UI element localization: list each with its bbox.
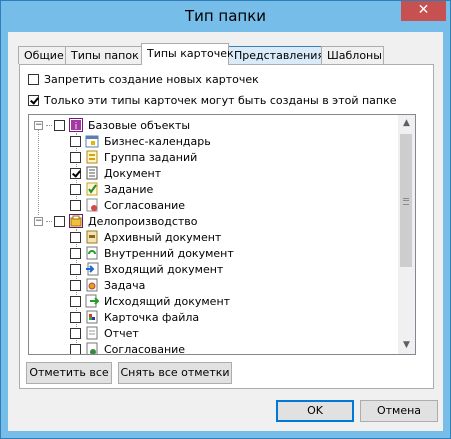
tree-item[interactable]: Архивный документ xyxy=(70,229,221,245)
records-management-icon xyxy=(68,213,84,229)
close-button[interactable]: ✕ xyxy=(401,1,446,21)
tab-views[interactable]: Представления xyxy=(228,46,324,64)
check-all-button[interactable]: Отметить все xyxy=(26,362,112,384)
cancel-button[interactable]: Отмена xyxy=(360,400,438,422)
tree-checkbox[interactable] xyxy=(70,327,81,339)
ok-button[interactable]: OK xyxy=(276,400,354,422)
collapse-icon[interactable]: − xyxy=(34,216,43,226)
incoming-document-icon xyxy=(84,261,100,277)
tree-checkbox[interactable] xyxy=(70,151,81,163)
tree-item-label: Документ xyxy=(104,166,162,180)
dialog-window: Тип папки ✕ Общие Типы папок Типы карточ… xyxy=(0,0,451,439)
tree-group-records-management[interactable]: − Делопроизводство xyxy=(34,213,198,229)
tree-checkbox[interactable] xyxy=(70,135,81,147)
tree-item-label: Исходящий документ xyxy=(104,294,231,308)
tree-checkbox[interactable] xyxy=(54,119,65,131)
approval-icon xyxy=(84,341,100,354)
tree-checkbox[interactable] xyxy=(70,295,81,307)
collapse-icon[interactable]: − xyxy=(34,120,43,130)
only-these-types-checkbox[interactable] xyxy=(28,94,39,106)
tree-checkbox[interactable] xyxy=(70,343,81,354)
tab-general[interactable]: Общие xyxy=(18,46,66,64)
calendar-icon xyxy=(84,133,100,149)
tab-folder-types[interactable]: Типы папок xyxy=(65,46,142,64)
tree-line xyxy=(46,220,52,222)
forbid-new-cards-label: Запретить создание новых карточек xyxy=(44,72,259,86)
tree-item[interactable]: Согласование xyxy=(70,197,185,213)
tree-checkbox[interactable] xyxy=(70,311,81,323)
dialog-client-area: Общие Типы папок Типы карточек Представл… xyxy=(8,32,443,431)
approval-icon xyxy=(84,197,100,213)
tab-templates[interactable]: Шаблоны xyxy=(321,46,384,64)
tree-item[interactable]: Документ xyxy=(70,165,161,181)
tree-group-label: Делопроизводство xyxy=(88,214,198,228)
scroll-down-arrow-icon[interactable]: ▼ xyxy=(398,337,415,354)
tree-item[interactable]: Задача xyxy=(70,277,145,293)
card-types-panel: Запретить создание новых карточек Только… xyxy=(19,64,434,389)
tree-item[interactable]: Бизнес-календарь xyxy=(70,133,211,149)
task-icon xyxy=(84,181,100,197)
scrollbar-thumb[interactable] xyxy=(400,134,412,267)
forbid-new-cards-checkbox[interactable] xyxy=(28,73,39,85)
tree-item-label: Группа заданий xyxy=(104,150,198,164)
forbid-new-cards-option[interactable]: Запретить создание новых карточек xyxy=(28,71,259,87)
tree-group-base-objects[interactable]: − i Базовые объекты xyxy=(34,117,190,133)
task-group-icon xyxy=(84,149,100,165)
tree-checkbox[interactable] xyxy=(70,263,81,275)
title-bar[interactable]: Тип папки ✕ xyxy=(1,1,450,32)
assignment-icon xyxy=(84,277,100,293)
tree-item-label: Карточка файла xyxy=(104,310,200,324)
outgoing-document-icon xyxy=(84,293,100,309)
tree-checkbox[interactable] xyxy=(70,231,81,243)
tree-item-label: Задача xyxy=(104,278,146,292)
tree-item[interactable]: Задание xyxy=(70,181,153,197)
tab-card-types[interactable]: Типы карточек xyxy=(141,43,234,65)
tree-checkbox[interactable] xyxy=(70,199,81,211)
tree-item-label: Внутренний документ xyxy=(104,246,234,260)
card-types-tree[interactable]: − i Базовые объекты Бизнес-календарь Гру… xyxy=(28,114,416,355)
only-these-types-label: Только эти типы карточек могут быть созд… xyxy=(44,93,397,107)
tree-item-label: Согласование xyxy=(104,198,186,212)
tree-item-label: Отчет xyxy=(104,326,139,340)
tree-item-label: Входящий документ xyxy=(104,262,224,276)
tree-checkbox[interactable] xyxy=(70,247,81,259)
tree-item-label: Задание xyxy=(104,182,154,196)
report-icon xyxy=(84,325,100,341)
tree-group-label: Базовые объекты xyxy=(88,118,191,132)
tree-line xyxy=(46,124,52,126)
tree-item[interactable]: Группа заданий xyxy=(70,149,197,165)
tree-item[interactable]: Отчет xyxy=(70,325,139,341)
svg-text:i: i xyxy=(75,122,78,132)
scroll-up-arrow-icon[interactable]: ▲ xyxy=(398,115,415,132)
tree-checkbox[interactable] xyxy=(70,279,81,291)
archive-document-icon xyxy=(84,229,100,245)
tree-item-label: Архивный документ xyxy=(104,230,222,244)
tree-item[interactable]: Исходящий документ xyxy=(70,293,230,309)
internal-document-icon xyxy=(84,245,100,261)
tree-checkbox[interactable] xyxy=(54,215,65,227)
tree-item-label: Согласование xyxy=(104,342,186,355)
tree-item-label: Бизнес-календарь xyxy=(104,134,211,148)
tree-checkbox[interactable] xyxy=(70,167,81,179)
uncheck-all-button[interactable]: Снять все отметки xyxy=(118,362,232,384)
tree-line xyxy=(38,125,39,215)
document-icon xyxy=(84,165,100,181)
close-icon: ✕ xyxy=(417,2,430,18)
grip-icon xyxy=(403,198,409,205)
file-card-icon xyxy=(84,309,100,325)
tree-scrollbar[interactable]: ▲ ▼ xyxy=(398,115,415,354)
tree-item[interactable]: Согласование xyxy=(70,341,186,355)
tree-item[interactable]: Карточка файла xyxy=(70,309,199,325)
window-title: Тип папки xyxy=(184,7,267,25)
tree-item[interactable]: Внутренний документ xyxy=(70,245,234,261)
base-objects-icon: i xyxy=(68,117,84,133)
tree-item[interactable]: Входящий документ xyxy=(70,261,223,277)
only-these-types-option[interactable]: Только эти типы карточек могут быть созд… xyxy=(28,92,397,108)
tree-checkbox[interactable] xyxy=(70,183,81,195)
